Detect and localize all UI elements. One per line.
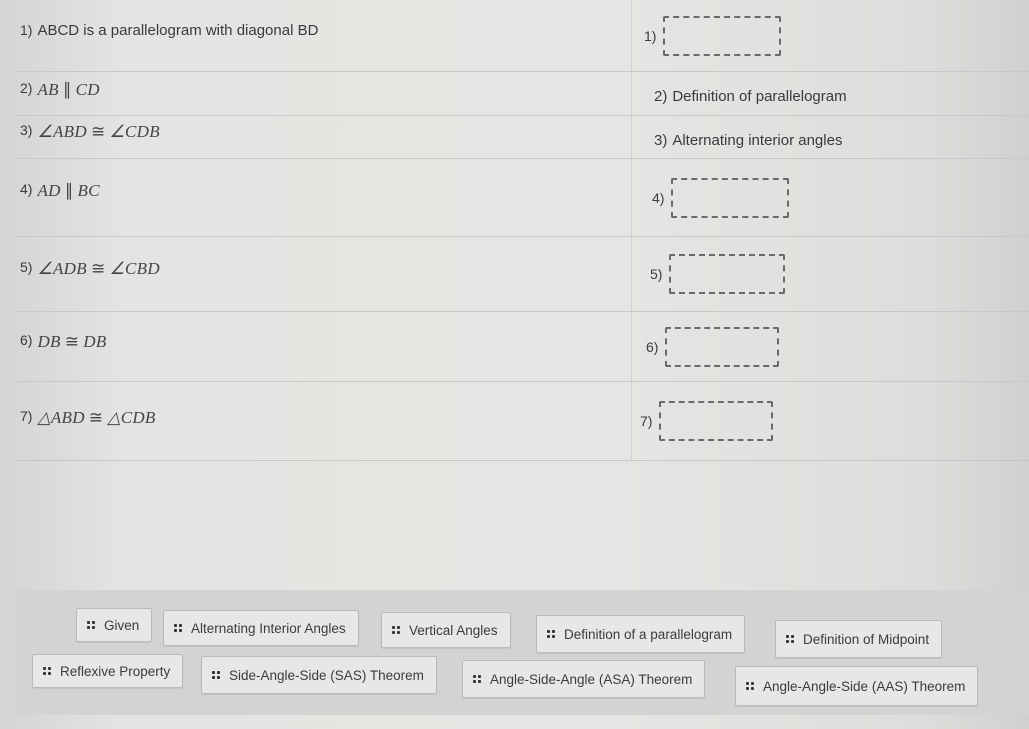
math-operator: ≅ [90,122,106,141]
proof-row: 6) DB ≅ DB 6) [14,312,1029,382]
reason-cell: 4) [632,159,1029,236]
reason-cell: 5) [632,237,1029,311]
reason-cell: 1) [632,0,1029,71]
grip-dots-icon[interactable] [786,635,794,643]
reason-number: 4) [652,189,665,206]
statement-cell: 5) ∠ADB ≅ ∠CBD [14,237,632,311]
chip-label: Angle-Side-Angle (ASA) Theorem [490,671,693,687]
proof-row: 2) AB ∥ CD 2) Definition of parallelogram [14,72,1029,116]
reason-number: 5) [650,266,663,282]
statement-math: ∠ADB ≅ ∠CBD [37,259,160,279]
chip-label: Given [104,617,140,633]
grip-dots-icon[interactable] [746,682,754,690]
chip-label: Angle-Angle-Side (AAS) Theorem [763,678,966,694]
math-term: AB [37,80,59,99]
statement-text: ABCD is a parallelogram with diagonal BD [37,22,319,39]
answer-chip[interactable]: Definition of Midpoint [775,620,943,658]
math-term: △ABD [37,408,85,427]
chip-label: Alternating Interior Angles [191,620,346,636]
grip-dots-icon[interactable] [392,626,400,634]
proof-table: 1) ABCD is a parallelogram with diagonal… [14,0,1029,461]
grip-dots-icon[interactable] [473,675,481,683]
proof-page: 1) ABCD is a parallelogram with diagonal… [0,0,1029,729]
statement-math: △ABD ≅ △CDB [37,408,155,428]
math-term: BC [77,181,100,200]
proof-row: 4) AD ∥ BC 4) [14,159,1029,237]
reason-dropzone[interactable] [671,177,790,218]
answer-chip[interactable]: Vertical Angles [381,612,511,648]
reason-number: 3) [654,131,668,149]
proof-row: 7) △ABD ≅ △CDB 7) [14,382,1029,460]
statement-math: AB ∥ CD [37,80,99,100]
statement-cell: 2) AB ∥ CD [14,72,632,115]
statement-cell: 6) DB ≅ DB [14,312,632,381]
reason-dropzone[interactable] [659,401,774,441]
statement-number: 6) [20,332,33,348]
statement-cell: 1) ABCD is a parallelogram with diagonal… [14,0,632,71]
grip-dots-icon[interactable] [43,667,51,675]
statement-math: DB ≅ DB [37,332,106,352]
statement-math: ∠ABD ≅ ∠CDB [37,122,160,142]
chip-label: Side-Angle-Side (SAS) Theorem [229,667,424,683]
answer-chip[interactable]: Angle-Angle-Side (AAS) Theorem [735,666,979,706]
answer-chip[interactable]: Angle-Side-Angle (ASA) Theorem [462,660,706,698]
chip-label: Vertical Angles [409,622,498,638]
grip-dots-icon[interactable] [174,624,182,632]
answer-chip[interactable]: Alternating Interior Angles [163,610,359,646]
proof-row: 3) ∠ABD ≅ ∠CDB 3) Alternating interior ang… [14,116,1029,159]
grip-dots-icon[interactable] [212,671,220,679]
statement-cell: 7) △ABD ≅ △CDB [14,382,632,460]
statement-number: 4) [20,181,33,197]
statement-number: 7) [20,408,33,424]
math-term: ∠CBD [109,259,160,278]
statement-number: 1) [20,22,33,38]
reason-cell: 2) Definition of parallelogram [632,72,1029,115]
answer-chip[interactable]: Side-Angle-Side (SAS) Theorem [201,656,437,694]
statement-cell: 3) ∠ABD ≅ ∠CDB [14,116,632,158]
statement-number: 2) [20,80,33,96]
math-term: △CDB [107,408,156,427]
math-term: ∠ABD [37,122,87,141]
reason-cell: 6) [632,312,1029,381]
reason-dropzone[interactable] [665,326,780,367]
math-operator: ∥ [62,80,72,99]
math-operator: ≅ [88,408,104,427]
math-operator: ∥ [64,181,74,200]
answer-chip[interactable]: Given [76,608,153,642]
reason-dropzone[interactable] [669,254,786,294]
math-operator: ≅ [90,259,106,278]
statement-number: 5) [20,259,33,275]
proof-row: 1) ABCD is a parallelogram with diagonal… [14,0,1029,72]
answer-chip[interactable]: Reflexive Property [32,654,184,688]
reason-number: 2) [654,88,668,105]
math-term: DB [37,332,61,351]
reason-number: 1) [644,27,657,44]
reason-text: Alternating interior angles [672,131,843,149]
answer-chip[interactable]: Definition of a parallelogram [536,615,746,653]
grip-dots-icon[interactable] [87,621,95,629]
math-term: AD [37,181,61,200]
chip-label: Definition of Midpoint [803,631,930,647]
reason-cell: 7) [632,382,1029,460]
grip-dots-icon[interactable] [547,630,555,638]
statement-cell: 4) AD ∥ BC [14,159,632,236]
chip-label: Definition of a parallelogram [564,626,733,642]
math-term: ∠ADB [37,259,87,278]
reason-dropzone[interactable] [663,15,782,56]
math-operator: ≅ [64,332,80,351]
proof-row: 5) ∠ADB ≅ ∠CBD 5) [14,237,1029,312]
math-term: ∠CDB [109,122,160,141]
answer-bank: Given Alternating Interior Angles Vertic… [14,590,1029,715]
statement-math: AD ∥ BC [37,181,99,201]
reason-cell: 3) Alternating interior angles [632,116,1029,158]
reason-number: 6) [646,338,659,355]
reason-text: Definition of parallelogram [672,88,847,105]
math-term: DB [83,332,107,351]
math-term: CD [75,80,100,99]
reason-number: 7) [640,413,653,429]
chip-label: Reflexive Property [60,663,171,679]
statement-number: 3) [20,122,33,138]
